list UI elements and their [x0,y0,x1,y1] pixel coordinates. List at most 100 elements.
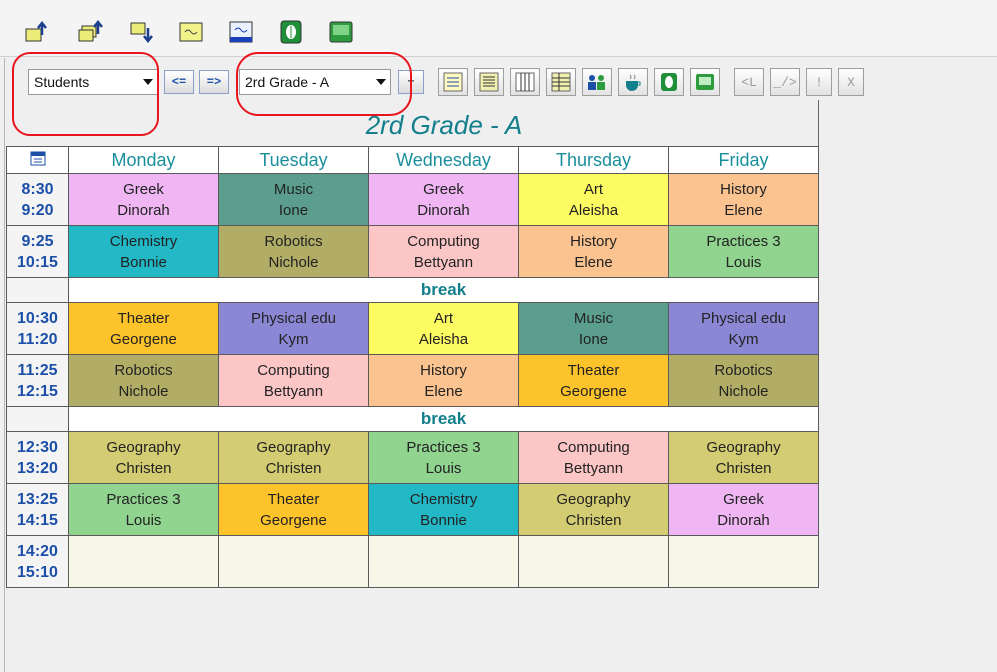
lesson-cell[interactable] [68,535,219,588]
lesson-cell[interactable]: Practices 3 Louis [368,431,519,484]
lesson-cell[interactable]: Computing Bettyann [518,431,669,484]
subject-label: Chemistry [109,232,178,250]
teacher-label: Christen [565,511,622,529]
bracket-right-button[interactable]: _/> [770,68,800,96]
teacher-label: Kym [278,330,309,348]
subject-label: Practices 3 [706,232,781,250]
teacher-label: Georgene [110,330,177,348]
lesson-cell[interactable]: History Elene [668,173,819,226]
lesson-cell[interactable]: Robotics Nichole [668,354,819,407]
subject-label: Practices 3 [406,438,481,456]
lesson-cell[interactable]: History Elene [368,354,519,407]
lesson-cell[interactable]: Robotics Nichole [68,354,219,407]
lesson-cell[interactable] [368,535,519,588]
export-down-icon[interactable] [128,18,156,46]
subject-label: Computing [257,361,330,379]
lesson-cell[interactable]: Geography Christen [218,431,369,484]
day-header: Wednesday [368,146,519,174]
lesson-cell[interactable]: Art Aleisha [368,302,519,355]
teacher-label: Bettyann [563,459,624,477]
lesson-cell[interactable]: Practices 3 Louis [668,225,819,278]
import-up-icon[interactable] [22,18,50,46]
subject-label: Geography [106,438,181,456]
lesson-cell[interactable]: Computing Bettyann [218,354,369,407]
grid-icon[interactable] [327,18,355,46]
lesson-cell[interactable]: Robotics Nichole [218,225,369,278]
lesson-cell[interactable]: Geography Christen [668,431,819,484]
time-slot: 10:30 11:20 [6,302,69,355]
calendar-icon[interactable] [6,146,69,174]
rows-icon[interactable] [546,68,576,96]
timetable-title: 2rd Grade - A [365,110,523,140]
lesson-cell[interactable]: Chemistry Bonnie [68,225,219,278]
people-icon[interactable] [582,68,612,96]
start-time: 13:25 [17,490,58,508]
view-select[interactable]: Students [28,69,158,95]
monitor-icon[interactable] [227,18,255,46]
teacher-label: Nichole [118,382,169,400]
columns-icon[interactable] [510,68,540,96]
lesson-cell[interactable]: Theater Georgene [68,302,219,355]
lesson-cell[interactable]: Music Ione [518,302,669,355]
time-slot: 8:30 9:20 [6,173,69,226]
note-icon[interactable] [177,18,205,46]
bracket-left-button[interactable]: <L [734,68,764,96]
lesson-cell[interactable]: Physical edu Kym [218,302,369,355]
teacher-label: Louis [725,253,762,271]
break-row: break [68,406,819,432]
time-slot: 11:25 12:15 [6,354,69,407]
lesson-cell[interactable]: Greek Dinorah [368,173,519,226]
screen-icon[interactable] [690,68,720,96]
subject-label: Greek [423,180,464,198]
teacher-label: Aleisha [568,201,619,219]
list-icon[interactable] [474,68,504,96]
lesson-cell[interactable]: Art Aleisha [518,173,669,226]
teacher-label: Ione [278,201,309,219]
lesson-cell[interactable]: Greek Dinorah [68,173,219,226]
lesson-cell[interactable] [518,535,669,588]
end-time: 13:20 [17,459,58,477]
class-select[interactable]: 2rd Grade - A [239,69,391,95]
form-icon[interactable] [438,68,468,96]
lesson-cell[interactable]: Music Ione [218,173,369,226]
teacher-label: Bonnie [420,511,467,529]
next-button[interactable]: => [199,70,229,94]
leaf-icon[interactable] [277,18,305,46]
start-time: 12:30 [17,438,58,456]
prev-button[interactable]: <= [164,70,194,94]
import-stack-icon[interactable] [76,18,104,46]
subject-label: Greek [123,180,164,198]
lesson-cell[interactable] [218,535,369,588]
end-time: 12:15 [17,382,58,400]
leaf-icon[interactable] [654,68,684,96]
lesson-cell[interactable]: Geography Christen [518,483,669,536]
lesson-cell[interactable]: Physical edu Kym [668,302,819,355]
cup-icon[interactable] [618,68,648,96]
start-time: 14:20 [17,542,58,560]
teacher-label: Elene [724,201,763,219]
teacher-label: Georgene [560,382,627,400]
lesson-cell[interactable]: Geography Christen [68,431,219,484]
subject-label: Physical edu [250,309,337,327]
day-header: Friday [668,146,819,174]
lesson-cell[interactable]: Theater Georgene [218,483,369,536]
lesson-cell[interactable]: Theater Georgene [518,354,669,407]
lesson-cell[interactable]: Computing Bettyann [368,225,519,278]
teacher-label: Dinorah [117,201,170,219]
chevron-down-icon [376,79,386,85]
day-header: Thursday [518,146,669,174]
lesson-cell[interactable]: Greek Dinorah [668,483,819,536]
exclaim-button[interactable]: ! [806,68,832,96]
teacher-label: Christen [265,459,322,477]
lesson-cell[interactable]: Chemistry Bonnie [368,483,519,536]
time-slot: 9:25 10:15 [6,225,69,278]
end-time: 15:10 [17,563,58,581]
subject-label: Chemistry [409,490,478,508]
subject-label: Art [433,309,454,327]
lesson-cell[interactable]: History Elene [518,225,669,278]
close-button[interactable]: X [838,68,864,96]
lesson-cell[interactable]: Practices 3 Louis [68,483,219,536]
lesson-cell[interactable] [668,535,819,588]
subject-label: Computing [407,232,480,250]
add-button[interactable]: + [398,70,424,94]
